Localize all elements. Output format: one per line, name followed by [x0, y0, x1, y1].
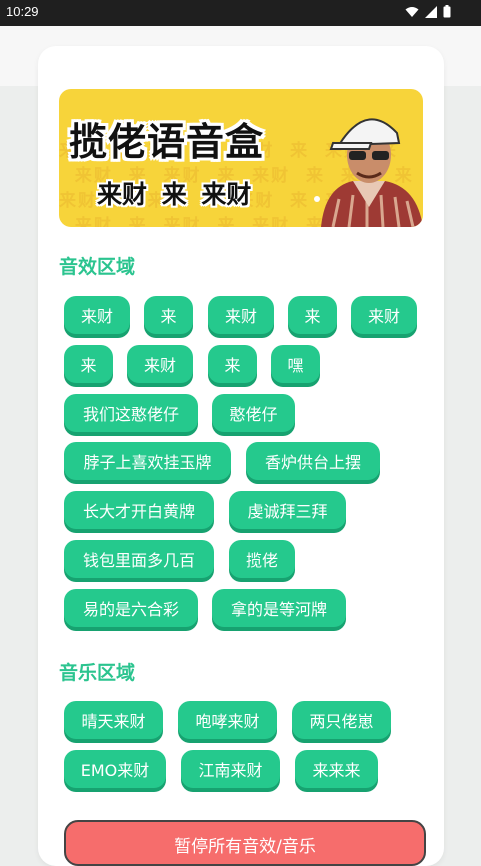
stop-all-label: 暂停所有音效/音乐	[174, 837, 316, 857]
sound-button[interactable]: 长大才开白黄牌	[64, 491, 214, 529]
status-bar: 10:29	[0, 0, 481, 26]
sound-button[interactable]: 脖子上喜欢挂玉牌	[64, 442, 231, 480]
music-button[interactable]: 江南来财	[181, 750, 280, 788]
sound-button[interactable]: 来财	[208, 296, 274, 334]
sound-button[interactable]: 我们这憨佬仔	[64, 394, 198, 432]
wifi-icon	[405, 6, 419, 18]
sound-section-title: 音效区域	[59, 256, 136, 278]
music-button[interactable]: 来来来	[295, 750, 378, 788]
portrait-image	[314, 118, 423, 227]
banner-subtitle: 来财 来 来财	[97, 180, 252, 209]
sound-button[interactable]: 虔诚拜三拜	[229, 491, 346, 529]
sound-button[interactable]: 易的是六合彩	[64, 589, 198, 627]
music-button[interactable]: EMO来财	[64, 750, 166, 788]
sound-button[interactable]: 来	[64, 345, 113, 383]
music-button[interactable]: 咆哮来财	[178, 701, 277, 739]
sound-button[interactable]: 来	[208, 345, 257, 383]
sound-button[interactable]: 香炉供台上摆	[246, 442, 380, 480]
stop-all-button[interactable]: 暂停所有音效/音乐	[64, 820, 426, 866]
sound-button[interactable]: 来	[144, 296, 193, 334]
sound-button[interactable]: 憨佬仔	[212, 394, 295, 432]
music-button[interactable]: 两只佬崽	[292, 701, 391, 739]
banner: 来财 来 来财 来 来财 来 来财 来 来财 来 来财 来 来财 来 来财 来 …	[59, 89, 423, 227]
signal-icon	[425, 5, 437, 18]
sound-button[interactable]: 来财	[351, 296, 417, 334]
banner-title: 揽佬语音盒	[69, 120, 265, 164]
sound-button[interactable]: 钱包里面多几百	[64, 540, 214, 578]
sound-button[interactable]: 来财	[64, 296, 130, 334]
music-section-title: 音乐区域	[59, 662, 136, 684]
music-button[interactable]: 晴天来财	[64, 701, 163, 739]
status-icons	[405, 5, 451, 18]
status-time: 10:29	[6, 4, 39, 19]
main-card: 来财 来 来财 来 来财 来 来财 来 来财 来 来财 来 来财 来 来财 来 …	[38, 46, 444, 866]
sound-button[interactable]: 嘿	[271, 345, 320, 383]
battery-icon	[443, 5, 451, 18]
sound-button[interactable]: 来	[288, 296, 337, 334]
sound-button[interactable]: 揽佬	[229, 540, 295, 578]
sound-button[interactable]: 拿的是等河牌	[212, 589, 346, 627]
sound-button[interactable]: 来财	[127, 345, 193, 383]
